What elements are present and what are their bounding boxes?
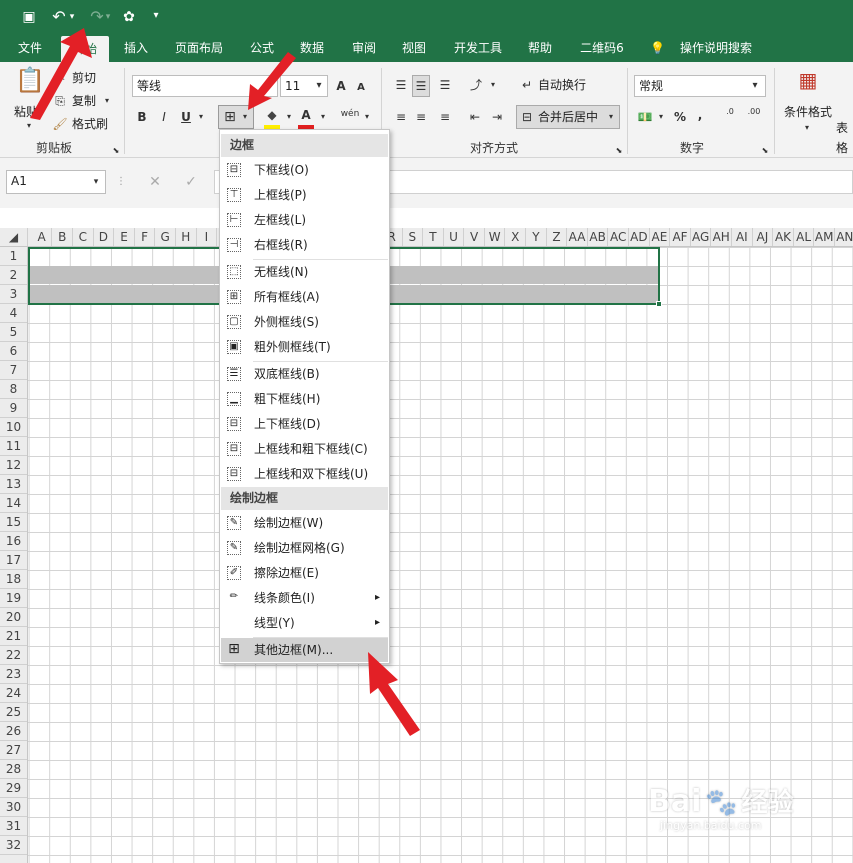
arrow-to-more-borders [368,652,420,736]
annotation-arrows [30,28,420,736]
arrow-to-home-tab [30,28,92,120]
watermark-brand: Bai [648,784,702,819]
watermark-url: jingyan.baidu.com [660,819,762,832]
paw-icon: 🐾 [705,788,738,818]
watermark-brand2: 经验 [741,788,794,818]
baidu-watermark: Bai 🐾 经验 jingyan.baidu.com [648,782,848,842]
arrow-to-border-button [248,52,296,110]
